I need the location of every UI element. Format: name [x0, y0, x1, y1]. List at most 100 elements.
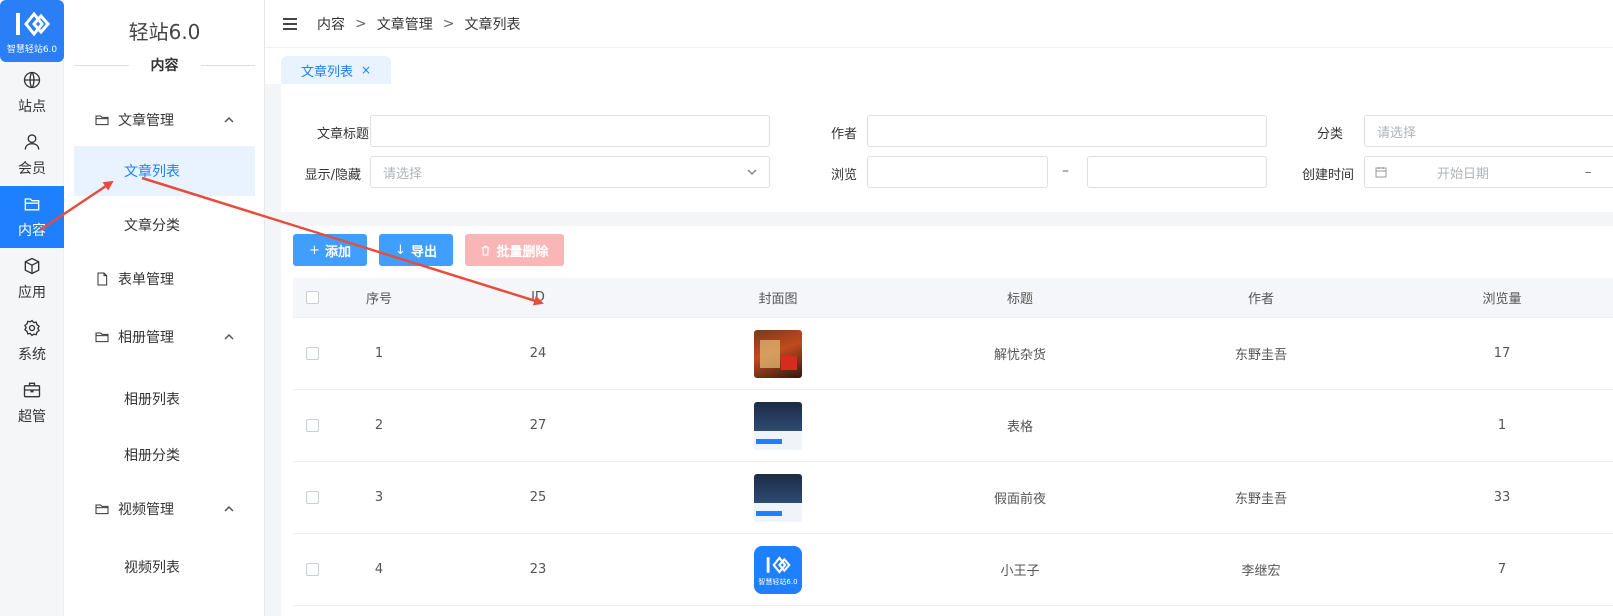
table-row[interactable]: 3 25 假面前夜 东野圭吾 33	[293, 462, 1613, 534]
table-row[interactable]: 4 23 智慧轻站6.0 小王子 李继宏 7	[293, 534, 1613, 606]
add-button[interactable]: + 添加	[293, 234, 367, 266]
content-area: 文章标题 作者 分类 请选择 显示/隐藏 请选择 浏览 – 创建时间 开始日期 …	[265, 84, 1613, 616]
logo-icon	[766, 555, 791, 574]
cell-cover: 智慧轻站6.0	[649, 534, 907, 605]
tabs-bar: 文章列表 ×	[265, 48, 1613, 84]
batch-delete-button-label: 批量删除	[496, 244, 549, 260]
title-filter-input[interactable]	[370, 115, 770, 147]
menu-group-article[interactable]: 文章管理	[74, 98, 255, 142]
start-date-picker[interactable]: 开始日期 –	[1364, 156, 1613, 188]
rail-item-member[interactable]: 会员	[0, 124, 64, 186]
rail-label: 系统	[18, 347, 46, 363]
cell-views: 1	[1497, 418, 1507, 433]
user-icon	[24, 134, 40, 150]
close-icon[interactable]: ×	[361, 63, 371, 77]
menu-item-album-category[interactable]: 相册分类	[74, 430, 255, 480]
table-row[interactable]: 1 24 解忧杂货 东野圭吾 17	[293, 318, 1613, 390]
cube-icon	[24, 257, 40, 275]
rail-item-content[interactable]: 内容	[0, 186, 64, 248]
chevron-up-icon	[224, 333, 234, 340]
cell-title: 假面前夜	[993, 492, 1046, 507]
sidebar: 轻站6.0 内容 文章管理 文章列表 文章分类 表单管理 相册管理 相册列表 相…	[64, 0, 265, 616]
cover-image[interactable]	[754, 401, 802, 450]
rail-label: 站点	[18, 99, 46, 115]
visibility-placeholder: 请选择	[383, 166, 423, 182]
calendar-icon	[1375, 167, 1387, 178]
chevron-up-icon	[224, 505, 234, 512]
document-icon	[97, 272, 108, 286]
breadcrumb-item[interactable]: 内容	[317, 14, 345, 34]
menu-item-article-list[interactable]: 文章列表	[74, 146, 255, 196]
cell-id: 23	[529, 562, 547, 577]
category-select[interactable]: 请选择	[1364, 115, 1613, 147]
menu-item-video-list[interactable]: 视频列表	[74, 542, 255, 592]
rail-item-site[interactable]: 站点	[0, 62, 64, 124]
rail-item-system[interactable]: 系统	[0, 310, 64, 372]
cell-views: 33	[1493, 490, 1511, 505]
row-checkbox[interactable]	[305, 563, 319, 576]
tab-article-list[interactable]: 文章列表 ×	[281, 56, 391, 84]
briefcase-icon	[23, 382, 41, 398]
batch-delete-button[interactable]: 批量删除	[465, 234, 564, 266]
export-button[interactable]: ↓ 导出	[379, 234, 453, 266]
menu-group-label: 视频管理	[118, 502, 174, 518]
logo-icon	[16, 11, 50, 37]
folder-icon	[95, 332, 109, 343]
icon-rail: 智慧轻站6.0 站点 会员 内容 应用 系统 超管	[0, 0, 64, 616]
menu-group-label: 文章管理	[118, 113, 174, 129]
menu-toggle-icon[interactable]	[283, 17, 297, 30]
row-checkbox[interactable]	[305, 347, 319, 360]
row-checkbox[interactable]	[305, 419, 319, 432]
breadcrumb: 内容 > 文章管理 > 文章列表	[317, 14, 520, 34]
chevron-up-icon	[224, 116, 234, 123]
header-cover: 封面图	[758, 292, 798, 307]
rail-item-app[interactable]: 应用	[0, 248, 64, 310]
select-all-checkbox[interactable]	[305, 291, 319, 304]
cover-image[interactable]	[754, 473, 802, 522]
views-min-input[interactable]	[867, 156, 1048, 188]
rail-label: 超管	[18, 409, 46, 425]
menu-group-album[interactable]: 相册管理	[74, 315, 255, 359]
menu-item-album-list[interactable]: 相册列表	[74, 374, 255, 424]
table-row[interactable]: 2 27 表格 1	[293, 390, 1613, 462]
cell-author: 李继宏	[1241, 564, 1281, 579]
breadcrumb-item[interactable]: 文章管理	[377, 14, 433, 34]
cell-views: 17	[1493, 346, 1511, 361]
plus-icon: +	[309, 242, 320, 258]
cell-cover	[649, 390, 907, 461]
cell-author: 东野圭吾	[1234, 348, 1287, 363]
row-checkbox[interactable]	[305, 491, 319, 504]
header-id: ID	[531, 290, 545, 305]
cell-author: 东野圭吾	[1234, 492, 1287, 507]
rail-label: 应用	[18, 285, 46, 301]
date-range-separator: –	[1585, 164, 1592, 180]
cell-id: 27	[529, 418, 547, 433]
cell-title: 表格	[1006, 420, 1033, 435]
rail-label: 会员	[18, 161, 46, 177]
start-date-placeholder: 开始日期	[1437, 166, 1490, 182]
cell-title: 解忧杂货	[993, 348, 1046, 363]
menu-group-form[interactable]: 表单管理	[74, 257, 255, 301]
cell-author	[1133, 390, 1389, 461]
menu-group-video[interactable]: 视频管理	[74, 487, 255, 531]
table-panel: + 添加 ↓ 导出 批量删除 序号 ID 封面图 标题 作者 浏览量 1 24 …	[281, 226, 1613, 616]
app-logo[interactable]: 智慧轻站6.0	[0, 0, 64, 62]
author-filter-input[interactable]	[867, 115, 1267, 147]
breadcrumb-separator: >	[442, 15, 455, 32]
created-filter-label: 创建时间	[1301, 168, 1354, 183]
cell-index: 2	[374, 418, 384, 433]
export-button-label: 导出	[410, 244, 437, 260]
rail-item-superadmin[interactable]: 超管	[0, 372, 64, 434]
menu-group-label: 相册管理	[118, 330, 174, 346]
menu-item-article-category[interactable]: 文章分类	[74, 200, 255, 250]
cell-id: 24	[529, 346, 547, 361]
table-header: 序号 ID 封面图 标题 作者 浏览量	[293, 278, 1613, 318]
cover-image[interactable]: 智慧轻站6.0	[754, 545, 802, 594]
cell-index: 3	[374, 490, 384, 505]
header-checkbox-cell	[293, 278, 331, 317]
visibility-select[interactable]: 请选择	[370, 156, 770, 188]
row-checkbox-cell	[293, 318, 331, 389]
views-max-input[interactable]	[1087, 156, 1267, 188]
cover-image[interactable]	[754, 329, 802, 378]
tab-label: 文章列表	[300, 64, 353, 80]
